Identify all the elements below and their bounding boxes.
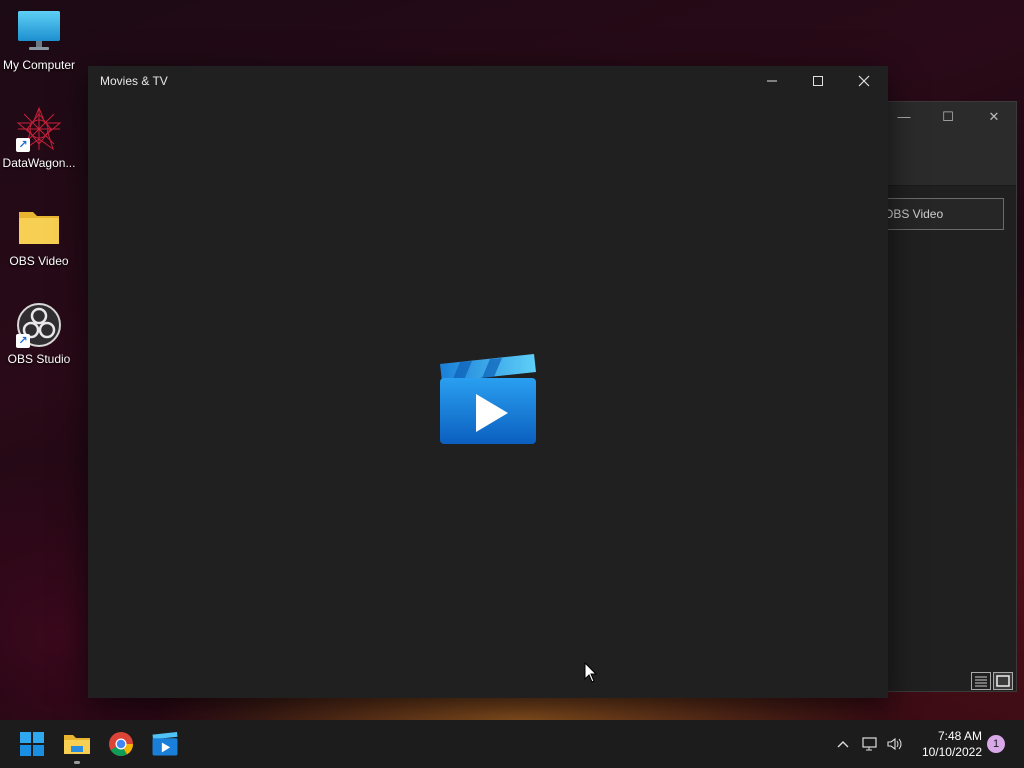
maximize-icon[interactable]: ☐ [939, 108, 957, 126]
window-titlebar[interactable]: Movies & TV [88, 66, 888, 96]
movies-tv-icon [438, 352, 538, 448]
close-button[interactable] [841, 66, 887, 96]
desktop-icon-obs-video[interactable]: OBS Video [0, 204, 78, 268]
shortcut-arrow-icon: ↗ [16, 334, 30, 348]
shortcut-arrow-icon: ↗ [16, 138, 30, 152]
maximize-button[interactable] [795, 66, 841, 96]
details-view-icon[interactable] [971, 672, 991, 690]
maximize-icon [813, 76, 823, 86]
taskbar: 7:48 AM 10/10/2022 1 [0, 720, 1024, 768]
taskbar-file-explorer[interactable] [61, 728, 93, 764]
clock-date: 10/10/2022 [921, 745, 982, 759]
taskbar-movies-tv[interactable] [149, 728, 181, 760]
background-explorer-window[interactable]: — ☐ ✕ OBS Video [881, 101, 1017, 692]
folder-icon [16, 204, 62, 250]
system-clock[interactable]: 7:48 AM 10/10/2022 [912, 728, 982, 760]
close-icon[interactable]: ✕ [985, 108, 1003, 126]
background-window-toolbar [885, 132, 1016, 186]
monitor-icon [16, 8, 62, 54]
minimize-icon [767, 80, 777, 82]
movies-tv-window[interactable]: Movies & TV [88, 66, 888, 698]
desktop-icon-datawagon[interactable]: ↗ DataWagon... [0, 106, 78, 170]
desktop-icon-label: OBS Video [9, 254, 69, 268]
close-icon [858, 75, 870, 87]
start-button[interactable] [16, 728, 48, 760]
notification-badge[interactable]: 1 [987, 735, 1005, 753]
datawagon-icon: ↗ [16, 106, 62, 152]
desktop-icon-my-computer[interactable]: My Computer [0, 8, 78, 72]
desktop-icon-obs-studio[interactable]: ↗ OBS Studio [0, 302, 78, 366]
clock-time: 7:48 AM [937, 729, 982, 743]
chrome-icon [109, 732, 133, 757]
minimize-button[interactable] [749, 66, 795, 96]
obs-icon: ↗ [16, 302, 62, 348]
desktop-icon-label: My Computer [2, 58, 76, 72]
movies-tv-icon [152, 732, 178, 756]
minimize-icon[interactable]: — [895, 108, 913, 126]
mouse-cursor-icon [584, 661, 598, 689]
taskbar-chrome[interactable] [105, 728, 137, 760]
network-icon[interactable] [860, 734, 880, 754]
window-title: Movies & TV [100, 74, 168, 88]
start-icon [20, 732, 44, 756]
background-window-titlebar: — ☐ ✕ [885, 102, 1016, 132]
desktop-icon-label: DataWagon... [2, 156, 76, 170]
desktop-icon-label: OBS Studio [7, 352, 71, 366]
large-icons-view-icon[interactable] [993, 672, 1013, 690]
volume-icon[interactable] [885, 734, 905, 754]
file-explorer-icon [64, 735, 90, 754]
show-hidden-icons-chevron-up-icon[interactable] [833, 734, 853, 754]
running-indicator [74, 761, 80, 764]
address-bar[interactable]: OBS Video [881, 198, 1004, 230]
